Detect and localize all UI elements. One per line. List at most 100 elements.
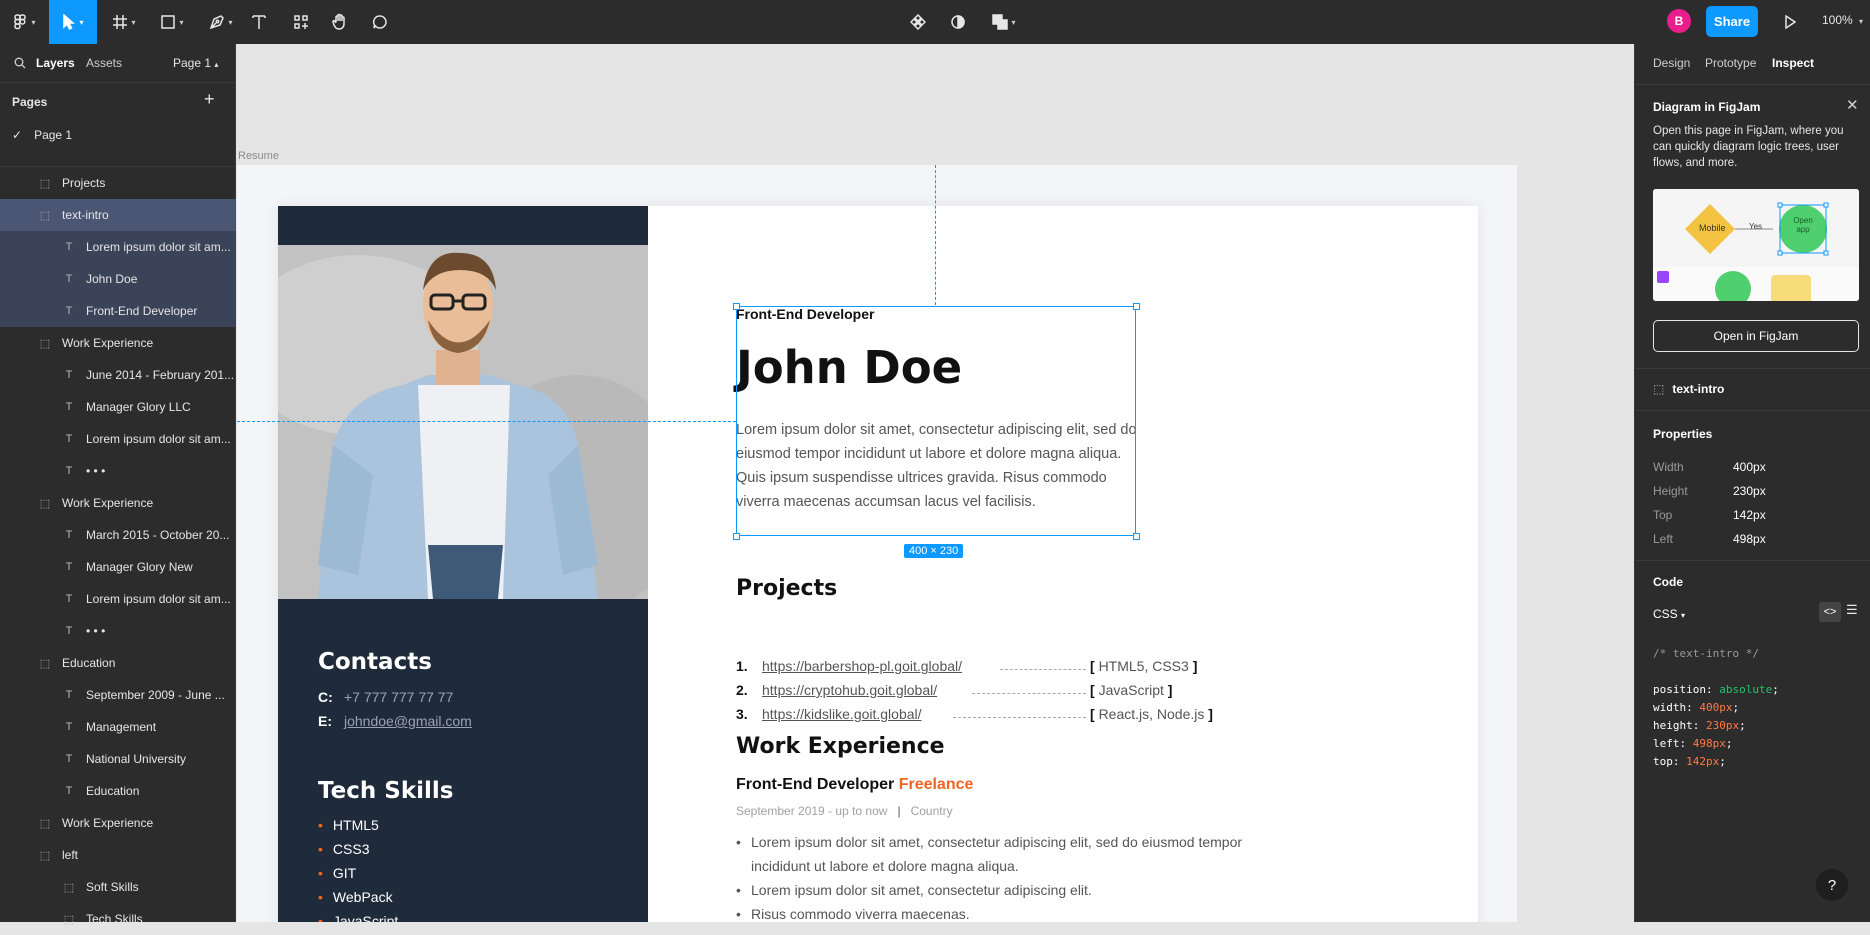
hand-tool-button[interactable] [329,0,351,44]
properties-heading: Properties [1653,427,1713,441]
shape-tool-button[interactable]: ▾ [154,0,190,44]
layer-row[interactable]: ⬚ left [0,839,236,871]
tech-skill-item[interactable]: • GIT [318,865,356,881]
close-icon[interactable]: ✕ [1846,96,1859,114]
email-line[interactable]: E: johndoe@gmail.com [318,713,472,729]
text-tool-button[interactable] [248,0,270,44]
tab-layers[interactable]: Layers [36,56,75,70]
layer-label: text-intro [62,208,109,222]
project-row[interactable]: 2. https://cryptohub.goit.global/ [ JavaSc… [736,682,1236,702]
layer-row[interactable]: T Manager Glory New [0,551,236,583]
zoom-dropdown[interactable]: 100% ▾ [1822,13,1863,27]
code-view-icon[interactable]: <> [1819,602,1841,622]
tab-prototype[interactable]: Prototype [1705,56,1756,70]
layer-row[interactable]: ⬚ Work Experience [0,327,236,359]
frame-layer-icon: ⬚ [39,209,51,222]
layer-row[interactable]: ⬚ Soft Skills [0,871,236,903]
frame-tool-button[interactable]: ▾ [106,0,142,44]
selection-box[interactable] [736,306,1136,536]
layer-row[interactable]: T Lorem ipsum dolor sit am... [0,423,236,455]
move-tool-button[interactable]: ▾ [49,0,97,44]
divider [1635,84,1870,85]
add-page-icon[interactable]: + [204,89,215,110]
divider [1635,410,1870,411]
project-row[interactable]: 1. https://barbershop-pl.goit.global/ [ HT… [736,658,1236,678]
layer-row[interactable]: ⬚ Education [0,647,236,679]
layer-label: September 2009 - June ... [86,688,225,702]
tech-skills-heading[interactable]: Tech Skills [318,778,453,804]
resize-handle[interactable] [733,303,740,310]
project-link[interactable]: https://barbershop-pl.goit.global/ [762,658,962,674]
project-link[interactable]: https://cryptohub.goit.global/ [762,682,937,698]
resize-handle[interactable] [733,533,740,540]
layer-row[interactable]: T Lorem ipsum dolor sit am... [0,231,236,263]
layer-label: Manager Glory New [86,560,193,574]
layer-row[interactable]: T Front-End Developer [0,295,236,327]
property-value: 498px [1733,532,1766,546]
comment-tool-button[interactable] [369,0,391,44]
projects-heading[interactable]: Projects [736,576,837,601]
list-view-icon[interactable]: ☰ [1846,602,1858,618]
layer-row[interactable]: ⬚ Projects [0,167,236,199]
layer-row[interactable]: T Manager Glory LLC [0,391,236,423]
code-line: width: 400px; [1653,701,1740,714]
layer-row[interactable]: T June 2014 - February 201... [0,359,236,391]
frame-label[interactable]: Resume [238,150,279,162]
bullet-dot-icon: • [318,913,323,922]
canvas[interactable]: Resume Contacts C: +7 777 777 77 77 E: joh… [237,44,1633,922]
layer-label: Work Experience [62,816,154,830]
tech-skill-item[interactable]: • CSS3 [318,841,369,857]
main-menu-button[interactable]: ▾ [8,0,42,44]
tech-skill-item[interactable]: • JavaScript [318,913,398,922]
layer-row[interactable]: T Education [0,775,236,807]
layer-row[interactable]: ⬚ Work Experience [0,487,236,519]
share-button[interactable]: Share [1706,6,1758,37]
contacts-heading[interactable]: Contacts [318,649,432,675]
tab-assets[interactable]: Assets [86,56,122,70]
resources-button[interactable] [290,0,312,44]
tab-inspect[interactable]: Inspect [1772,56,1814,70]
project-row[interactable]: 3. https://kidslike.goit.global/ [ React.j… [736,706,1236,726]
layer-row[interactable]: ⬚ Tech Skills [0,903,236,935]
job-meta[interactable]: September 2019 - up to now | Country [736,804,953,818]
layer-row[interactable]: T John Doe [0,263,236,295]
components-button[interactable] [907,0,929,44]
tech-skill-label: CSS3 [332,841,370,857]
layer-row[interactable]: ⬚ Work Experience [0,807,236,839]
mask-button[interactable] [947,0,969,44]
job-bullet[interactable]: • Lorem ipsum dolor sit amet, consectetur… [736,830,1276,878]
layer-row[interactable]: T Management [0,711,236,743]
job-title[interactable]: Front-End Developer Freelance [736,776,973,794]
frame-layer-icon: ⬚ [63,881,75,894]
boolean-button[interactable]: ▾ [986,0,1022,44]
property-row: Top 142px [1653,508,1766,522]
work-experience-heading[interactable]: Work Experience [736,734,945,759]
layer-row[interactable]: ⬚ text-intro [0,199,236,231]
layer-row[interactable]: T Lorem ipsum dolor sit am... [0,583,236,615]
resize-handle[interactable] [1133,303,1140,310]
job-bullet[interactable]: • Risus commodo viverra maecenas. [736,902,1276,922]
page-selector[interactable]: Page 1 ▴ [173,56,218,70]
profile-photo[interactable] [278,245,648,599]
tab-design[interactable]: Design [1653,56,1690,70]
layer-row[interactable]: T National University [0,743,236,775]
tech-skill-item[interactable]: • WebPack [318,889,393,905]
help-button[interactable]: ? [1816,869,1848,901]
present-button[interactable] [1780,0,1800,44]
job-bullet[interactable]: • Lorem ipsum dolor sit amet, consectetur… [736,878,1276,902]
page-selector-label: Page 1 [173,56,212,70]
project-link[interactable]: https://kidslike.goit.global/ [762,706,922,722]
code-language-dropdown[interactable]: CSS ▾ [1653,607,1685,621]
resize-handle[interactable] [1133,533,1140,540]
layer-row[interactable]: T • • • [0,615,236,647]
layer-row[interactable]: T March 2015 - October 20... [0,519,236,551]
tech-skill-item[interactable]: • HTML5 [318,817,379,833]
layer-row[interactable]: T • • • [0,455,236,487]
user-avatar[interactable]: B [1667,9,1691,33]
page-item-page-1[interactable]: ✓ Page 1 [12,128,72,142]
phone-line[interactable]: C: +7 777 777 77 77 [318,689,453,705]
pen-tool-button[interactable]: ▾ [203,0,239,44]
open-in-figjam-button[interactable]: Open in FigJam [1653,320,1859,352]
layer-row[interactable]: T September 2009 - June ... [0,679,236,711]
search-icon[interactable] [14,57,26,69]
